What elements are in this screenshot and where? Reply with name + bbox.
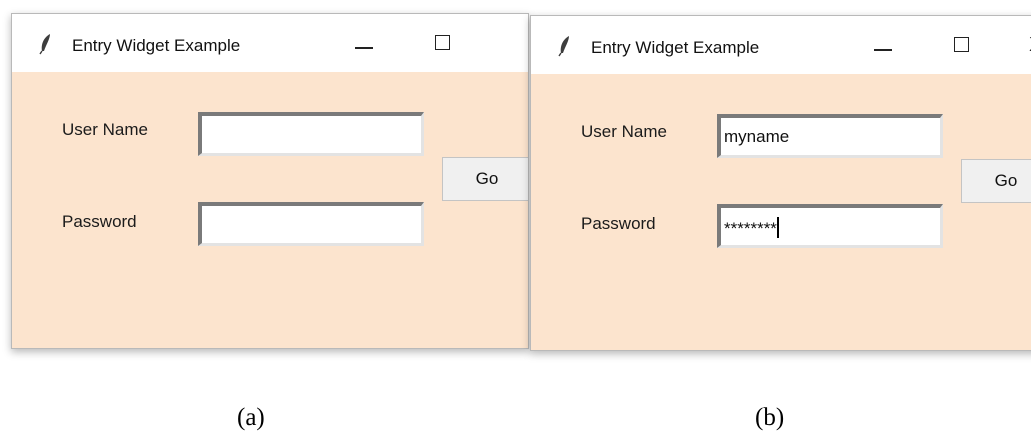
password-field[interactable] (198, 202, 424, 246)
tk-window-filled: Entry Widget Example X User Name myname … (530, 15, 1031, 351)
username-field[interactable]: myname (717, 114, 943, 158)
username-label: User Name (581, 122, 667, 141)
go-button[interactable]: Go (442, 157, 528, 201)
password-label: Password (62, 212, 137, 231)
feather-icon (39, 34, 50, 55)
password-label: Password (581, 214, 656, 233)
window-title: Entry Widget Example (72, 36, 241, 55)
password-value: ******** (724, 219, 777, 238)
title-bar[interactable]: Entry Widget Example (12, 14, 528, 72)
caption-b: (b) (755, 404, 785, 431)
go-button[interactable]: Go (961, 159, 1031, 203)
maximize-icon[interactable] (954, 37, 969, 52)
window-title: Entry Widget Example (591, 38, 760, 57)
minimize-icon[interactable] (874, 49, 892, 51)
username-value: myname (724, 127, 790, 146)
maximize-icon[interactable] (435, 35, 450, 50)
minimize-icon[interactable] (355, 47, 373, 49)
caption-a: (a) (237, 404, 265, 431)
username-label: User Name (62, 120, 148, 139)
username-field[interactable] (198, 112, 424, 156)
feather-icon (558, 36, 569, 57)
title-bar[interactable]: Entry Widget Example X (531, 16, 1031, 74)
tk-window-empty: Entry Widget Example User Name Password … (11, 13, 529, 349)
password-field[interactable]: ******** (717, 204, 943, 248)
text-cursor (776, 217, 779, 238)
